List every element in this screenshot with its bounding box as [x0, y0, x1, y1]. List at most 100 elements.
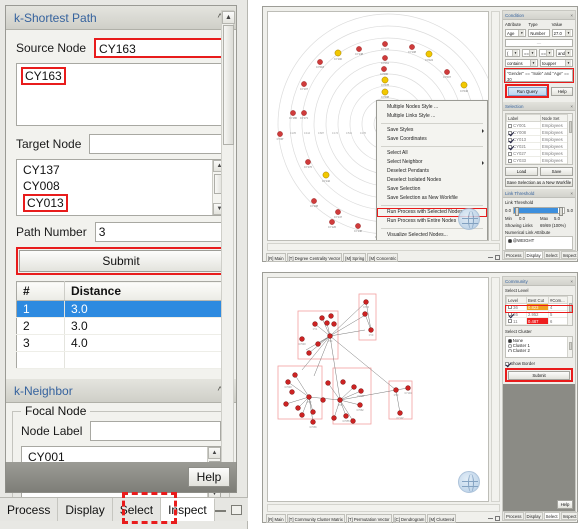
canvas-vertical-scrollbar[interactable]	[491, 11, 500, 241]
paren-select[interactable]: (▼	[505, 49, 520, 57]
left-panel-scrollbar[interactable]: ▲ ▼	[221, 10, 235, 488]
contains-select[interactable]: contains ▼	[505, 59, 538, 67]
canvas-vertical-scrollbar[interactable]	[491, 277, 500, 502]
dock-tab-inspect[interactable]: Inspect	[560, 512, 579, 520]
save-button[interactable]: Save	[540, 167, 573, 177]
menu-item-deselect-isolated-nodes[interactable]: Deselect Isolated Nodes	[377, 176, 487, 185]
chevron-down-icon[interactable]: ▼	[518, 30, 525, 36]
row-checkbox[interactable]	[508, 151, 512, 156]
menu-item-save-coordinates[interactable]: Save Coordinates	[377, 135, 487, 144]
show-border-row[interactable]: Show Border	[505, 361, 573, 366]
node-label-input[interactable]	[90, 421, 221, 441]
row-checkbox[interactable]	[508, 137, 512, 142]
dock-tab-select[interactable]: Select	[543, 512, 560, 520]
chevron-down-icon[interactable]: ▼	[546, 50, 552, 56]
menu-item-select-all[interactable]: Select All	[377, 149, 487, 158]
menu-item-save-selection[interactable]: Save Selection	[377, 185, 487, 194]
close-icon[interactable]: ×	[570, 104, 573, 109]
path-number-input[interactable]: 3	[94, 222, 226, 242]
canvas-tab-main[interactable]: [R] Main	[266, 252, 286, 262]
scroll-thumb[interactable]	[223, 25, 234, 145]
canvas-tab-concentric[interactable]: [M] Concentric	[367, 252, 399, 262]
table-row[interactable]: 1 3.0	[16, 300, 226, 318]
canvas-tab-dendrogram[interactable]: [C] Dendrogram	[392, 513, 427, 523]
query-text-area[interactable]: "Gender" == "male" and "Age" == 30	[504, 68, 574, 83]
clustered-graph-canvas[interactable]: CY0 CY1 CY048 CY06 CY0 CY0 CY048 CY0 CY087 CY0…	[267, 277, 489, 502]
list-item-highlighted[interactable]: CY013	[23, 194, 68, 212]
radio-selected-icon[interactable]	[508, 239, 512, 243]
dock-tab-display[interactable]: Display	[524, 251, 543, 259]
scroll-thumb[interactable]	[568, 121, 572, 134]
community-section-header[interactable]: Community ×	[503, 277, 575, 286]
table-row[interactable]: CY033 Employees	[506, 156, 572, 165]
target-node-listbox[interactable]: CY137 CY008 CY013 CY033 ▲ ▼	[16, 159, 226, 216]
chevron-down-icon[interactable]: ▼	[529, 50, 535, 56]
chevron-down-icon[interactable]: ▼	[530, 60, 536, 66]
minimize-icon[interactable]	[488, 517, 493, 519]
run-query-button[interactable]: Run Query	[507, 86, 547, 96]
community-help-button[interactable]: Help	[557, 500, 573, 509]
table-row[interactable]: 2 3.0	[16, 317, 226, 335]
close-icon[interactable]: ×	[570, 13, 573, 18]
scroll-up-icon[interactable]: ▲	[222, 11, 235, 24]
target-node-input[interactable]	[89, 134, 226, 154]
cluster-list[interactable]: None Cluster 1 Cluster 2	[505, 336, 573, 358]
minimize-icon[interactable]	[215, 508, 226, 512]
chevron-down-icon[interactable]: ▼	[565, 60, 571, 66]
close-icon[interactable]: ×	[570, 279, 573, 284]
help-button[interactable]: Help	[188, 467, 230, 487]
selection-table-scrollbar[interactable]	[567, 114, 572, 165]
slider-knob-min[interactable]	[514, 207, 519, 217]
maximize-icon[interactable]	[231, 504, 242, 515]
canvas-tab-degree-centrality-vector[interactable]: [T] Degree Centrality Vector	[286, 252, 343, 262]
scroll-thumb[interactable]	[568, 342, 572, 350]
maximize-icon[interactable]	[495, 254, 500, 260]
row-checkbox[interactable]	[508, 123, 512, 128]
row-checkbox[interactable]	[508, 130, 512, 135]
list-item[interactable]: CY033	[19, 212, 223, 215]
condition-help-button[interactable]: Help	[551, 86, 573, 96]
source-list-item-selected[interactable]: CY163	[21, 67, 66, 85]
tab-select[interactable]: Select	[112, 498, 162, 521]
table-row[interactable]: 11 0.487 6	[506, 317, 572, 325]
tab-process[interactable]: Process	[0, 498, 59, 521]
source-node-input[interactable]: CY163	[94, 38, 226, 58]
numerical-link-attribute-list[interactable]: @WEIGHT	[505, 236, 573, 251]
chevron-down-icon[interactable]: ▼	[565, 50, 571, 56]
dock-tab-process[interactable]: Process	[504, 512, 524, 520]
value-slider[interactable]: —	[505, 39, 573, 47]
table-row[interactable]: 3 4.0	[16, 334, 226, 352]
threshold-slider[interactable]	[512, 207, 566, 217]
source-node-listbox[interactable]: CY163	[16, 63, 226, 126]
show-border-checkbox[interactable]	[505, 361, 509, 366]
list-item[interactable]: CY008	[19, 178, 223, 194]
toupper-select[interactable]: toupper ▼	[540, 59, 573, 67]
maximize-icon[interactable]	[495, 515, 500, 521]
eq-select-1[interactable]: == ▼	[522, 49, 537, 57]
community-submit-button[interactable]: Submit	[507, 370, 571, 380]
minimize-icon[interactable]	[488, 256, 493, 258]
selection-section-header[interactable]: Selection ×	[503, 102, 575, 112]
canvas-tab-permutation-vector[interactable]: [T] Permutation Vector	[345, 513, 392, 523]
canvas-tab-spring[interactable]: [M] Spring	[343, 252, 367, 262]
table-row[interactable]: CY001 Employees	[506, 121, 572, 130]
cluster-list-scrollbar[interactable]	[567, 337, 572, 357]
canvas-tab-community-cluster-matrix[interactable]: [T] Community Cluster Matrix	[286, 513, 345, 523]
menu-item-select-neighbor[interactable]: Select Neighbor	[377, 158, 487, 167]
dock-tab-process[interactable]: Process	[504, 251, 524, 259]
tab-display[interactable]: Display	[58, 498, 113, 521]
dock-tab-inspect[interactable]: Inspect	[560, 251, 579, 259]
row-checkbox[interactable]	[508, 319, 512, 324]
table-row[interactable]: CY013 Employees	[506, 135, 572, 144]
close-icon[interactable]: ×	[570, 191, 573, 196]
radio-icon[interactable]	[508, 349, 512, 352]
list-item[interactable]: CY137	[19, 162, 223, 178]
menu-item-save-selection-as-new-workfile[interactable]: Save Selection as New Workfile	[377, 194, 487, 203]
type-select[interactable]: Number	[528, 29, 550, 37]
concentric-graph-canvas[interactable]: CY147 CY148 CY108 CY061 CY100 CY024 CY090 CY…	[267, 11, 489, 241]
row-checkbox[interactable]	[508, 144, 512, 149]
value-input[interactable]: 27.0 ▼	[551, 29, 573, 37]
and-select[interactable]: and ▼	[556, 49, 573, 57]
chevron-down-icon[interactable]: ▼	[512, 50, 518, 56]
table-row[interactable]: CY027 Employees	[506, 149, 572, 158]
